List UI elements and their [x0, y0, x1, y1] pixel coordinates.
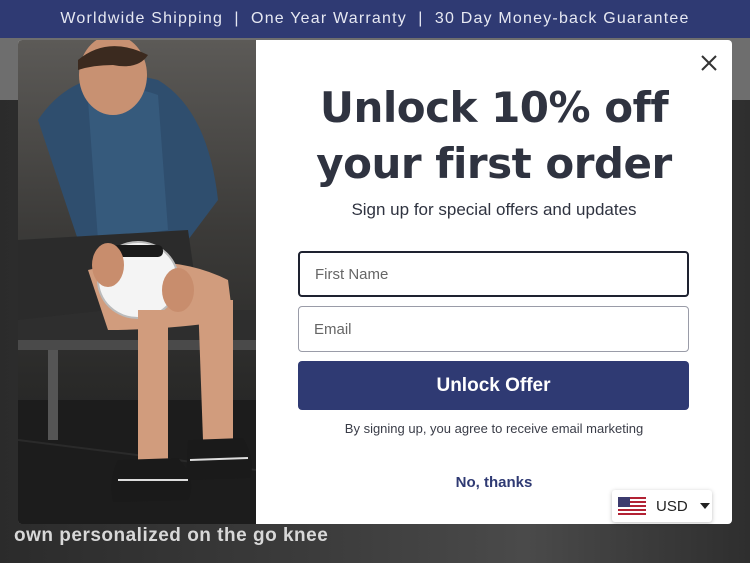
- hero-text-line-1: own personalized on the go knee: [14, 525, 329, 546]
- popup-content: Unlock 10% off your first order Sign up …: [256, 40, 732, 524]
- headline-line-2: your first order: [316, 139, 672, 188]
- close-button[interactable]: [696, 50, 722, 76]
- consent-disclaimer: By signing up, you agree to receive emai…: [344, 421, 644, 436]
- man-using-knee-massager-illustration: [18, 40, 256, 524]
- email-field[interactable]: [298, 306, 689, 352]
- unlock-offer-button[interactable]: Unlock Offer: [298, 361, 689, 410]
- chevron-down-icon: [699, 503, 710, 509]
- signup-popup: Unlock 10% off your first order Sign up …: [18, 40, 732, 524]
- close-icon: [701, 55, 717, 71]
- announcement-text: Worldwide Shipping | One Year Warranty |…: [60, 10, 690, 27]
- no-thanks-link[interactable]: No, thanks: [256, 474, 732, 491]
- currency-code: USD: [656, 497, 688, 515]
- announcement-bar: Worldwide Shipping | One Year Warranty |…: [0, 0, 750, 38]
- first-name-field[interactable]: [298, 251, 689, 297]
- us-flag-icon: [618, 497, 646, 515]
- popup-headline: Unlock 10% off your first order: [256, 80, 732, 192]
- currency-selector[interactable]: USD: [612, 490, 712, 522]
- product-photo: [18, 40, 256, 524]
- headline-line-1: Unlock 10% off: [319, 83, 669, 132]
- popup-subhead: Sign up for special offers and updates: [351, 200, 637, 219]
